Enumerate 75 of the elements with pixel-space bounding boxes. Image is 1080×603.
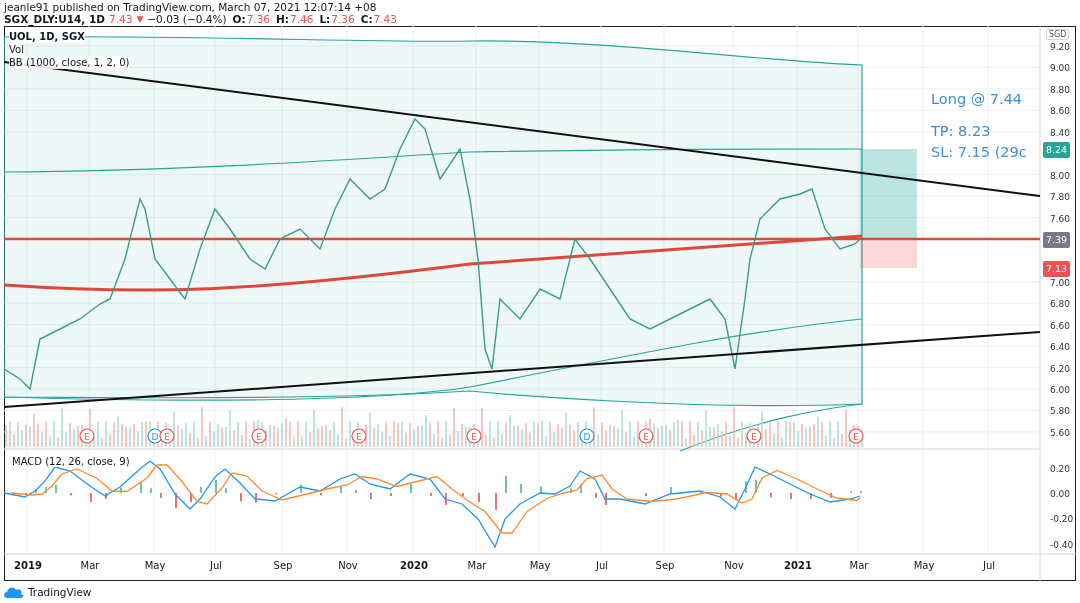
earnings-marker[interactable]: E [350,427,367,444]
ohlc-value: 7.36 [246,13,270,26]
ohlc-value: 7.43 [373,13,397,26]
price-axis-label: 6.20 [1050,362,1071,376]
time-axis-label: Nov [723,560,745,571]
earnings-marker[interactable]: E [465,427,482,444]
time-axis-label: Sep [654,560,676,571]
price-axis-label: 7.60 [1050,212,1071,226]
earnings-marker[interactable]: E [637,427,654,444]
symbol-label: SGX_DLY:U14, 1D [4,13,105,26]
price-axis-label: 6.00 [1050,384,1071,398]
time-axis-label: May [528,560,552,571]
price-axis-label: 6.40 [1050,341,1071,355]
currency-label[interactable]: SGD [1046,29,1070,40]
earnings-marker[interactable]: E [745,427,762,444]
ohlc-value: 7.36 [331,13,355,26]
down-arrow-icon: ▼ [136,13,144,26]
earnings-marker[interactable]: E [78,427,95,444]
trade-note: Long @ 7.44 [931,91,1023,107]
time-axis-label: Jul [208,560,224,571]
legend-label: UOL, 1D, SGX [9,30,85,43]
trade-note: TP: 8.23 [931,122,991,141]
legend-label: BB (1000, close, 1, 2, 0) [9,56,130,69]
time-axis-label: May [143,560,167,571]
earnings-marker[interactable]: E [158,427,175,444]
stop-loss-zone[interactable] [859,238,917,268]
price-axis-label: 8.80 [1050,83,1071,97]
last-price: 7.43 [109,13,133,26]
macd-legend: MACD (12, 26, close, 9) [12,456,130,467]
ohlc-label: H: [276,13,289,26]
cloud-logo-icon [3,585,25,599]
price-axis-label: 9.00 [1050,62,1071,76]
publisher-line: jeanle91 published on TradingView.com, March 07, 2021 12:07:14 +08 [4,1,378,13]
price-axis-label: 6.80 [1050,298,1071,312]
ohlc-label: C: [360,13,373,26]
time-axis-label: Mar [79,560,101,571]
time-axis-label: Nov [337,560,359,571]
macd-axis-label: 0.20 [1050,463,1071,476]
ohlc-label: O: [232,13,246,26]
price-axis-label: 8.00 [1050,169,1071,183]
time-axis-label: May [912,560,936,571]
price-badge: 8.24 [1043,142,1071,158]
time-axis-label: 2020 [399,560,429,571]
price-axis-label: 7.00 [1050,276,1071,290]
price-axis-label: 8.60 [1050,105,1071,119]
horizontal-line[interactable] [3,237,1040,240]
macd-axis-label: -0.40 [1050,539,1074,552]
trade-note: SL: 7.15 (29c [931,143,1027,162]
time-axis-label: Jul [981,560,997,571]
brand-name: TradingView [28,586,92,598]
time-axis-label: Mar [848,560,870,571]
trend-line[interactable] [3,330,1041,408]
price-axis-label: 9.20 [1050,41,1071,54]
price-axis-label: 8.40 [1050,126,1071,140]
macd-axis-label: -0.20 [1050,513,1074,526]
ohlc-value: 7.46 [290,13,314,26]
legend-label: Vol [9,43,24,56]
profit-target-zone[interactable] [859,148,917,239]
time-axis-label: 2019 [13,560,43,571]
dividend-marker[interactable]: D [578,427,595,444]
time-axis-label: 2021 [783,560,813,571]
price-badge: 7.13 [1043,261,1071,277]
price-axis-label: 5.60 [1050,426,1071,440]
price-axis-label: 6.60 [1050,319,1071,333]
time-axis-label: Jul [594,560,610,571]
time-axis-label: Mar [466,560,488,571]
ohlc-label: L: [319,13,331,26]
earnings-marker[interactable]: E [250,427,267,444]
time-axis-label: Sep [272,560,294,571]
earnings-marker[interactable]: E [847,427,864,444]
price-axis-label: 5.80 [1050,405,1071,419]
macd-axis-label: 0.00 [1050,488,1071,501]
price-change: −0.03 (−0.4%) [147,13,227,26]
price-axis-label: 7.80 [1050,191,1071,205]
price-badge: 7.39 [1043,232,1071,248]
